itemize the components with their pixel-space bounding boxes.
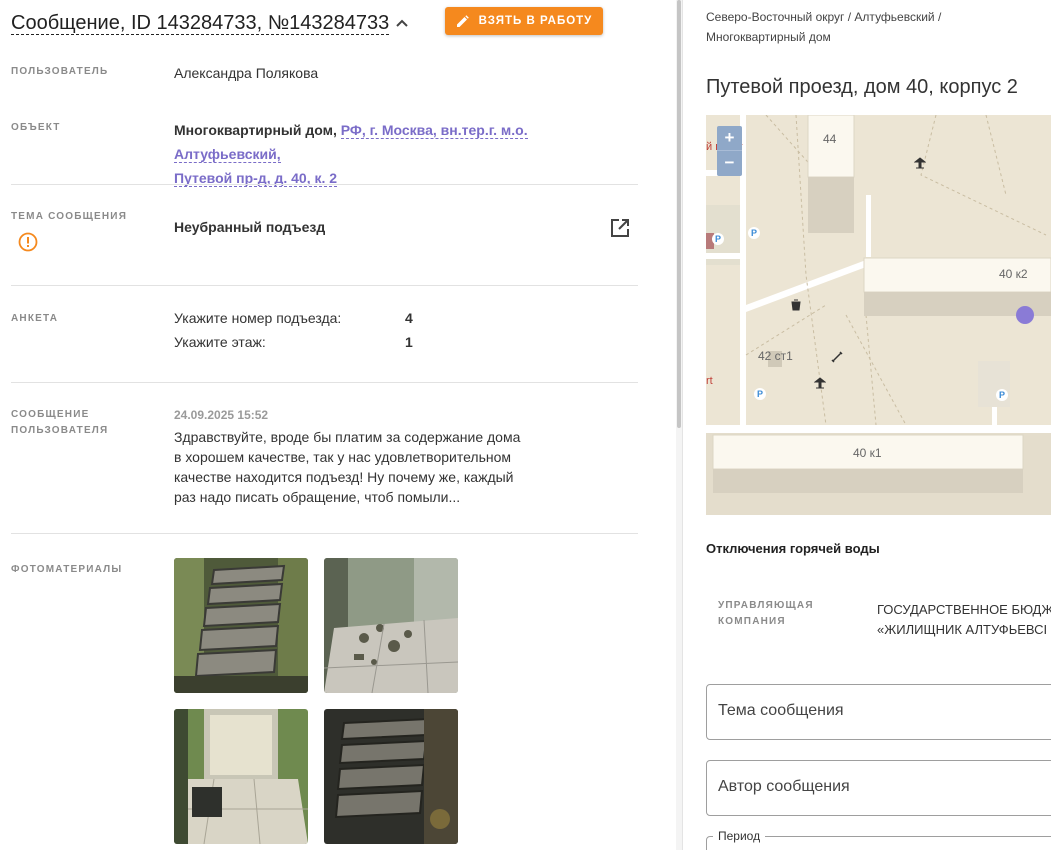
management-value-line-2: «ЖИЛИЩНИК АЛТУФЬЕВСІ [877,622,1048,637]
topic-input-placeholder: Тема сообщения [718,702,844,719]
left-scrollbar-thumb[interactable] [677,0,681,428]
warning-icon [18,232,38,252]
parking-icon[interactable]: P [712,233,724,245]
map-label-rt: rt [706,375,713,387]
management-company-value: ГОСУДАРСТВЕННОЕ БЮДЖ «ЖИЛИЩНИК АЛТУФЬЕВС… [877,600,1051,640]
photo-stairs-2-image [324,709,458,844]
sport-icon[interactable] [831,351,843,363]
zoom-out-button[interactable]: − [717,151,742,176]
author-input-placeholder: Автор сообщения [718,778,850,795]
photo-thumbnail[interactable] [174,558,308,693]
message-label-line-2: ПОЛЬЗОВАТЕЛЯ [11,425,109,436]
address-title: Путевой проезд, дом 40, корпус 2 [706,76,1018,98]
parking-icon[interactable]: P [748,227,760,239]
photo-entrance-image [174,709,308,844]
hot-water-section-title: Отключения горячей воды [706,541,880,556]
message-title-row[interactable]: Сообщение, ID 143284733, №143284733 [11,6,409,40]
location-marker-icon[interactable] [1016,306,1034,324]
zoom-in-button[interactable]: + [717,126,742,151]
photo-stairs-image [174,558,308,693]
map-zoom-control: + − [717,126,742,176]
divider [11,285,638,286]
message-label-line-1: СООБЩЕНИЕ [11,409,90,420]
map-view[interactable]: 44 40 к2 42 ст1 40 к1 й пункт rt P P P P [706,115,1051,515]
map-label-44: 44 [823,132,837,146]
divider [11,184,638,185]
user-label: ПОЛЬЗОВАТЕЛЬ [11,66,109,77]
message-details-panel: Сообщение, ID 143284733, №143284733 ВЗЯТ… [0,0,676,850]
map-label-40k1: 40 к1 [853,446,882,460]
author-input[interactable]: Автор сообщения [706,760,1051,816]
object-label: ОБЪЕКТ [11,122,61,133]
topic-value: Неубранный подъезд [174,219,326,235]
divider [11,533,638,534]
topic-input[interactable]: Тема сообщения [706,684,1051,740]
breadcrumb: Северо-Восточный округ / Алтуфьевский / … [706,10,942,44]
message-text: Здравствуйте, вроде бы платим за содержа… [174,429,521,505]
period-legend: Период [713,829,766,843]
take-to-work-label: ВЗЯТЬ В РАБОТУ [478,15,593,27]
map-label-40k2: 40 к2 [999,267,1028,281]
survey-answer: 4 [405,310,413,326]
panel-divider [682,0,683,850]
parking-icon[interactable]: P [754,388,766,400]
photo-thumbnail[interactable] [324,558,458,693]
user-value: Александра Полякова [174,65,319,81]
page-title[interactable]: Сообщение, ID 143284733, №143284733 [11,12,390,35]
object-value: Многоквартирный дом, РФ, г. Москва, вн.т… [174,118,624,190]
playground-icon[interactable] [914,157,926,169]
survey-question: Укажите номер подъезда: [174,310,342,326]
survey-answer: 1 [405,334,413,350]
map-label-42: 42 ст1 [758,349,793,363]
parking-icon[interactable]: P [996,389,1008,401]
playground-icon[interactable] [814,377,826,389]
management-company-label: УПРАВЛЯЮЩАЯ КОМПАНИЯ [718,598,814,630]
message-date: 24.09.2025 15:52 [174,408,269,422]
photos-label: ФОТОМАТЕРИАЛЫ [11,564,123,575]
survey-question: Укажите этаж: [174,334,266,350]
photo-thumbnail[interactable] [174,709,308,844]
photo-thumbnail[interactable] [324,709,458,844]
management-label-line-2: КОМПАНИЯ [718,616,786,627]
chevron-up-icon[interactable] [395,16,409,30]
open-external-icon[interactable] [609,217,631,239]
management-label-line-1: УПРАВЛЯЮЩАЯ [718,600,814,611]
waste-icon[interactable] [790,299,802,311]
object-type: Многоквартирный дом, [174,122,337,138]
message-label: СООБЩЕНИЕ ПОЛЬЗОВАТЕЛЯ [11,407,108,439]
photo-trash-image [324,558,458,693]
topic-label: ТЕМА СООБЩЕНИЯ [11,211,128,222]
survey-label: АНКЕТА [11,313,59,324]
take-to-work-button[interactable]: ВЗЯТЬ В РАБОТУ [445,7,603,35]
divider [11,382,638,383]
pencil-icon [456,14,469,27]
management-value-line-1: ГОСУДАРСТВЕННОЕ БЮДЖ [877,602,1051,617]
